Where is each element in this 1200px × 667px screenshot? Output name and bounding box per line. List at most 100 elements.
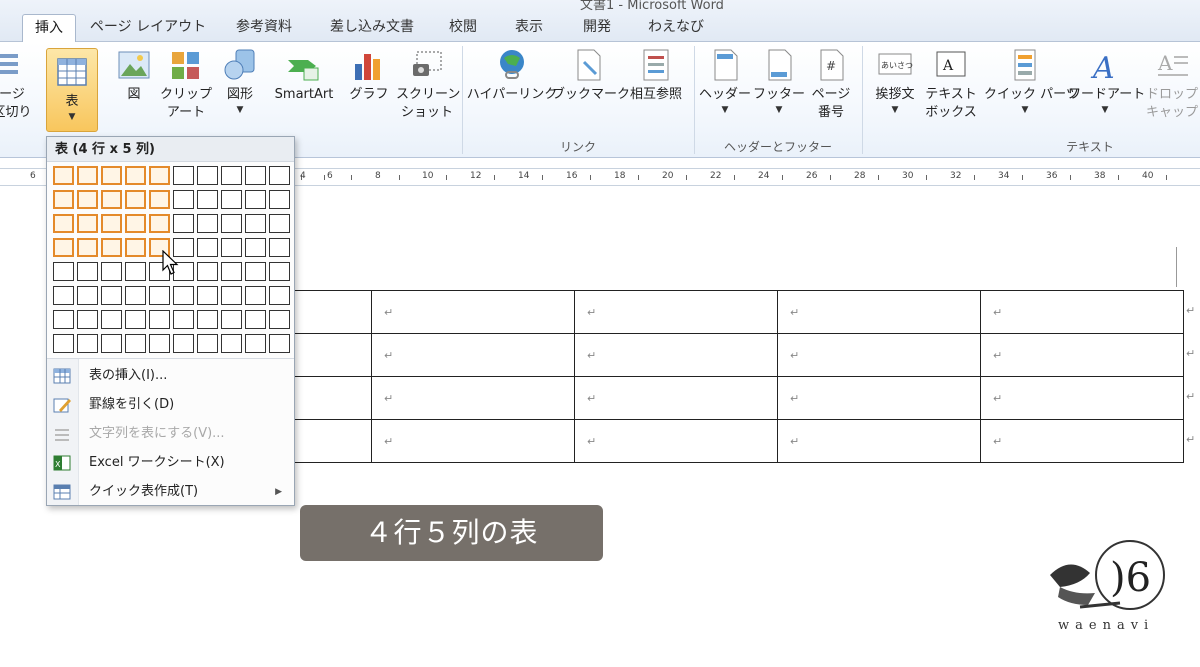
grid-cell[interactable] [77,286,98,305]
shapes-button[interactable]: 図形 ▼ [218,46,262,116]
tab-review[interactable]: 校閲 [438,14,488,42]
grid-cell[interactable] [197,190,218,209]
grid-cell[interactable] [53,334,74,353]
grid-cell-selected[interactable] [53,238,74,257]
grid-cell[interactable] [245,190,266,209]
grid-cell[interactable] [125,310,146,329]
table-cell[interactable]: ↵ [371,290,575,334]
grid-cell[interactable] [197,214,218,233]
menu-item-insert-table[interactable]: 表の挿入(I)... [47,362,294,390]
menu-item-quick-tables[interactable]: クイック表作成(T) ▶ [47,478,294,506]
grid-cell-selected[interactable] [149,190,170,209]
grid-cell[interactable] [53,262,74,281]
grid-cell[interactable] [173,190,194,209]
grid-cell[interactable] [221,310,242,329]
picture-button[interactable]: 図 [112,46,156,104]
grid-cell[interactable] [269,262,290,281]
page-number-button[interactable]: # ページ 番号 [806,46,856,122]
grid-cell[interactable] [101,262,122,281]
table-cell[interactable]: ↵ [980,419,1184,463]
grid-cell[interactable] [149,310,170,329]
grid-cell[interactable] [173,286,194,305]
table-cell[interactable]: ↵ [980,290,1184,334]
grid-cell-selected[interactable] [77,166,98,185]
dropcap-button[interactable]: A ドロップ キャップ [1146,46,1198,122]
table-cell[interactable]: ↵ [574,333,778,377]
grid-cell[interactable] [269,310,290,329]
grid-cell-selected[interactable] [77,214,98,233]
grid-cell[interactable] [221,262,242,281]
grid-cell[interactable] [197,166,218,185]
grid-cell-selected[interactable] [77,238,98,257]
bookmark-button[interactable]: ブックマーク [552,46,630,104]
table-cell[interactable]: ↵ [980,376,1184,420]
grid-cell[interactable] [197,310,218,329]
table-button[interactable]: 表 ▼ [46,48,98,132]
grid-cell-selected[interactable] [125,214,146,233]
tab-insert[interactable]: 挿入 [22,14,76,43]
tab-view[interactable]: 表示 [500,14,558,42]
grid-cell[interactable] [221,238,242,257]
table-cell[interactable]: ↵ [777,290,981,334]
grid-cell-selected[interactable] [101,238,122,257]
grid-cell-selected[interactable] [53,190,74,209]
grid-cell-selected[interactable] [77,190,98,209]
menu-item-draw-table[interactable]: 罫線を引く(D) [47,391,294,419]
greeting-button[interactable]: あいさつ 挨拶文 ▼ [868,46,922,116]
grid-cell[interactable] [53,310,74,329]
grid-cell[interactable] [221,286,242,305]
table-cell[interactable]: ↵ [980,333,1184,377]
grid-cell[interactable] [125,262,146,281]
tab-references[interactable]: 参考資料 [222,14,306,42]
grid-cell[interactable] [245,214,266,233]
grid-cell-selected[interactable] [101,166,122,185]
grid-cell[interactable] [77,262,98,281]
grid-cell-selected[interactable] [125,238,146,257]
grid-cell[interactable] [245,286,266,305]
grid-cell[interactable] [269,166,290,185]
grid-cell[interactable] [173,166,194,185]
grid-cell[interactable] [173,310,194,329]
grid-cell[interactable] [245,310,266,329]
footer-button[interactable]: フッター ▼ [752,46,806,116]
grid-cell[interactable] [221,334,242,353]
grid-cell[interactable] [269,214,290,233]
document-table[interactable]: ↵↵↵↵↵↵↵↵↵↵↵↵↵↵↵↵↵↵↵↵ [260,290,1184,463]
grid-cell[interactable] [149,286,170,305]
grid-cell[interactable] [149,334,170,353]
grid-cell-selected[interactable] [53,214,74,233]
grid-cell-selected[interactable] [125,190,146,209]
table-cell[interactable]: ↵ [777,376,981,420]
clipart-button[interactable]: クリップ アート [160,46,212,122]
quick-parts-button[interactable]: クイック パーツ ▼ [984,46,1079,116]
grid-cell-selected[interactable] [125,166,146,185]
grid-cell[interactable] [269,286,290,305]
grid-cell[interactable] [221,166,242,185]
grid-cell-selected[interactable] [53,166,74,185]
grid-cell-selected[interactable] [101,214,122,233]
tab-mailings[interactable]: 差し込み文書 [318,14,426,42]
grid-cell[interactable] [197,334,218,353]
table-cell[interactable]: ↵ [777,333,981,377]
grid-cell[interactable] [221,190,242,209]
grid-cell[interactable] [245,166,266,185]
screenshot-button[interactable]: スクリーン ショット [396,46,460,122]
table-cell[interactable]: ↵ [371,376,575,420]
table-cell[interactable]: ↵ [777,419,981,463]
grid-cell[interactable] [245,334,266,353]
grid-cell[interactable] [269,334,290,353]
page-break-button[interactable]: ージ 区切り [0,46,32,122]
tab-waenavi[interactable]: わえなび [636,14,716,42]
grid-cell[interactable] [125,334,146,353]
menu-item-convert-text[interactable]: 文字列を表にする(V)... [47,420,294,448]
grid-cell[interactable] [197,262,218,281]
grid-cell[interactable] [269,238,290,257]
grid-cell[interactable] [77,310,98,329]
grid-cell[interactable] [101,334,122,353]
table-cell[interactable]: ↵ [371,333,575,377]
grid-cell[interactable] [269,190,290,209]
grid-cell[interactable] [197,286,218,305]
table-cell[interactable]: ↵ [371,419,575,463]
insert-table-dropdown[interactable]: 表 (4 行 x 5 列) 表の挿入(I)... 罫線を引く(D) 文字列を表に… [46,136,295,506]
grid-cell[interactable] [77,334,98,353]
